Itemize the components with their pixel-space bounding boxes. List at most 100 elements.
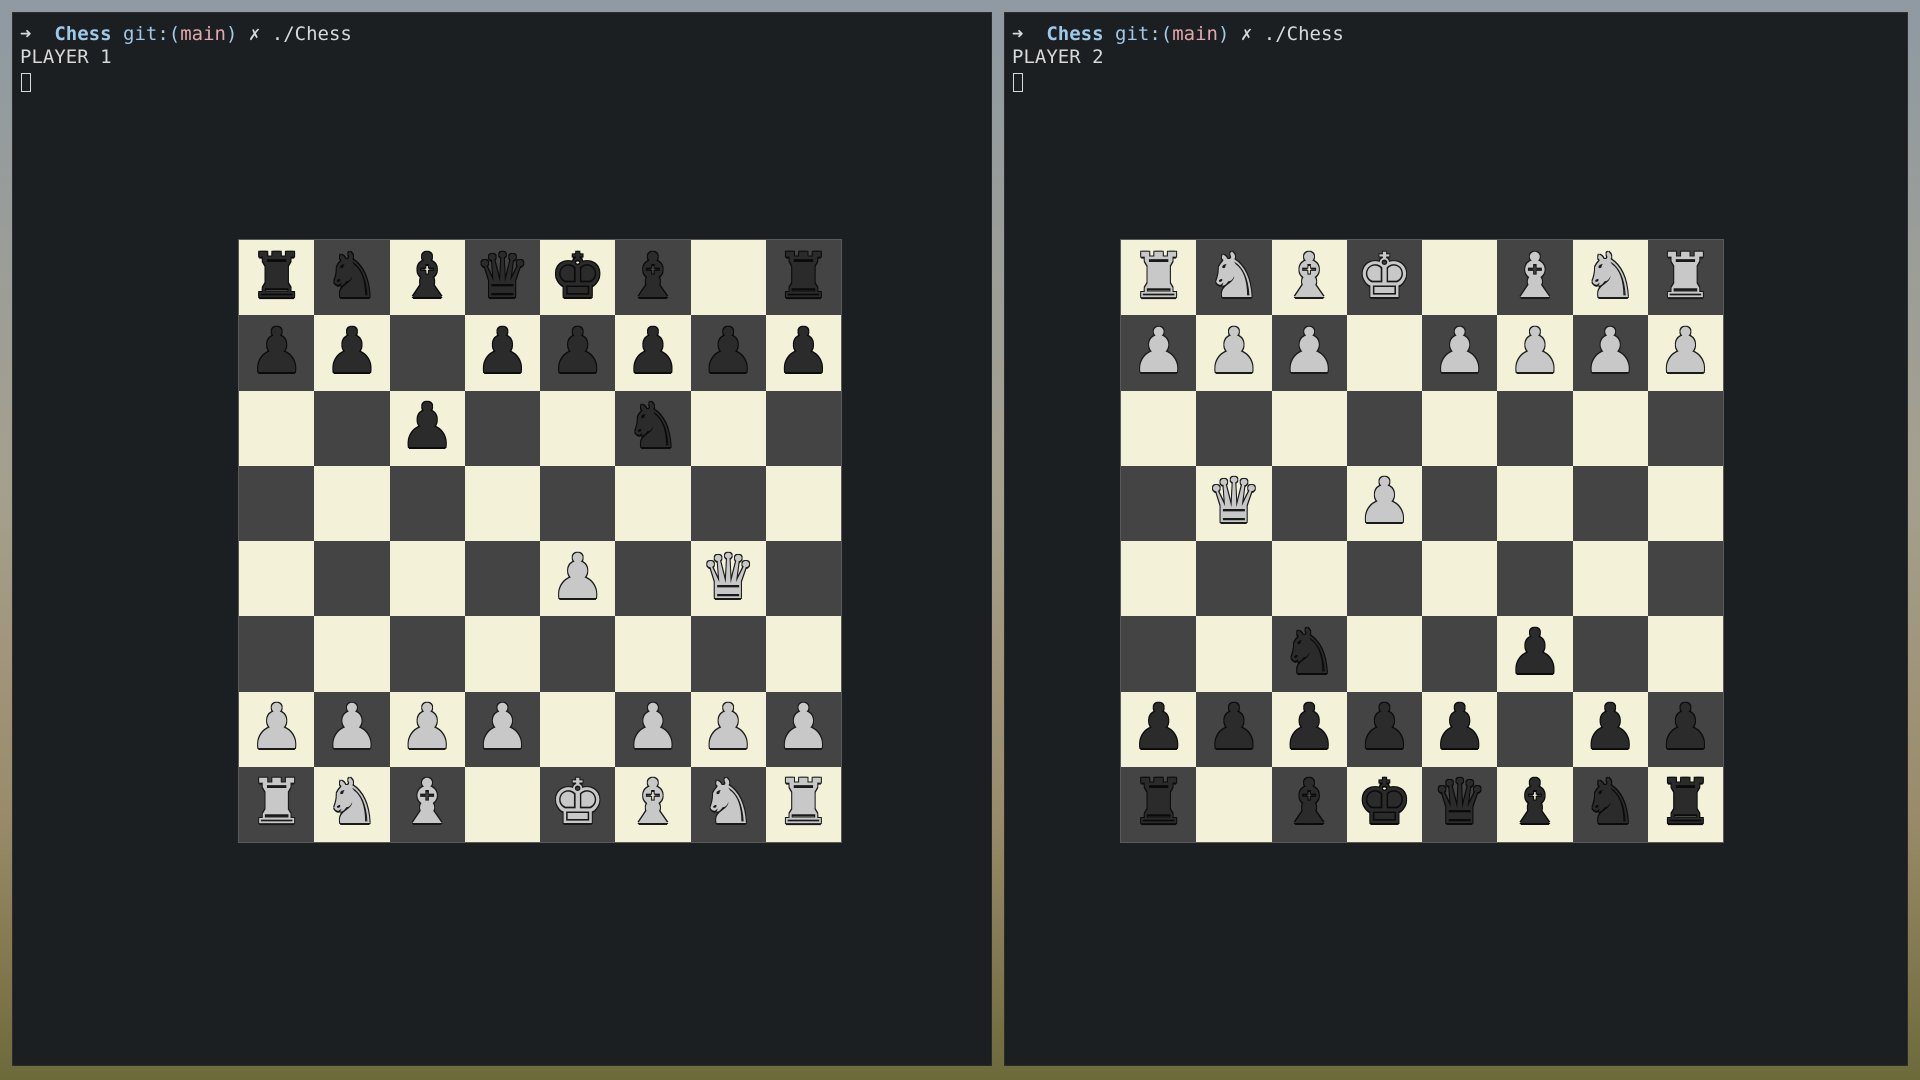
- black-pawn-icon[interactable]: ♟: [1357, 696, 1413, 758]
- white-pawn-icon[interactable]: ♟: [1206, 319, 1262, 382]
- white-rook-icon[interactable]: ♜: [249, 771, 305, 833]
- board-square[interactable]: [1271, 541, 1347, 617]
- board-square[interactable]: ♟: [690, 691, 766, 767]
- board-square[interactable]: [765, 616, 841, 692]
- black-pawn-icon[interactable]: ♟: [550, 319, 606, 382]
- board-square[interactable]: [690, 240, 766, 316]
- white-bishop-icon[interactable]: ♝: [1507, 244, 1563, 307]
- black-pawn-icon[interactable]: ♟: [399, 395, 455, 457]
- board-square[interactable]: [389, 616, 465, 692]
- board-square[interactable]: [1647, 541, 1723, 617]
- board-square[interactable]: [1196, 541, 1272, 617]
- board-square[interactable]: [1271, 390, 1347, 466]
- board-square[interactable]: [765, 541, 841, 617]
- board-square[interactable]: ♝: [1271, 766, 1347, 842]
- black-king-icon[interactable]: ♚: [550, 244, 606, 307]
- board-square[interactable]: ♚: [540, 766, 616, 842]
- terminal-window-player-1[interactable]: ➜ Chess git:(main) ✗ ./Chess PLAYER 1 ♜ ♞…: [12, 12, 992, 1066]
- board-square[interactable]: ♟: [765, 315, 841, 391]
- black-pawn-icon[interactable]: ♟: [1582, 696, 1638, 758]
- white-knight-icon[interactable]: ♞: [324, 771, 380, 833]
- black-bishop-icon[interactable]: ♝: [1507, 771, 1563, 833]
- white-rook-icon[interactable]: ♜: [1658, 244, 1714, 307]
- board-square[interactable]: ♜: [1121, 766, 1197, 842]
- board-square[interactable]: [464, 541, 540, 617]
- board-square[interactable]: ♞: [1572, 766, 1648, 842]
- board-square[interactable]: ♛: [1422, 766, 1498, 842]
- black-rook-icon[interactable]: ♜: [1658, 771, 1714, 833]
- board-square[interactable]: ♟: [314, 691, 390, 767]
- board-square[interactable]: [464, 465, 540, 541]
- board-square[interactable]: ♝: [1497, 766, 1573, 842]
- board-square[interactable]: ♜: [765, 766, 841, 842]
- board-square[interactable]: ♟: [389, 691, 465, 767]
- board-square[interactable]: ♝: [389, 766, 465, 842]
- black-pawn-icon[interactable]: ♟: [249, 319, 305, 382]
- chess-board[interactable]: ♜ ♞ ♝ ♚ ♝ ♞ ♜ ♟ ♟ ♟ ♟ ♟ ♟ ♟ ♛ ♟ ♞ ♟ ♟ ♟ ♟ ♟ ♟ ♟ ♟ ♜ ♝ ♚ ♛ ♝ ♞ ♜: [1120, 239, 1724, 843]
- board-square[interactable]: [765, 465, 841, 541]
- board-square[interactable]: ♞: [1196, 240, 1272, 316]
- board-square[interactable]: ♟: [1196, 691, 1272, 767]
- board-square[interactable]: ♝: [389, 240, 465, 316]
- board-square[interactable]: [1647, 390, 1723, 466]
- board-square[interactable]: [1121, 616, 1197, 692]
- board-square[interactable]: [1422, 616, 1498, 692]
- board-square[interactable]: ♜: [1647, 240, 1723, 316]
- board-square[interactable]: [1422, 390, 1498, 466]
- board-square[interactable]: ♜: [239, 766, 315, 842]
- board-square[interactable]: ♚: [540, 240, 616, 316]
- board-square[interactable]: ♟: [1422, 691, 1498, 767]
- board-square[interactable]: [1497, 390, 1573, 466]
- white-queen-icon[interactable]: ♛: [1206, 470, 1262, 532]
- board-square[interactable]: ♟: [1572, 315, 1648, 391]
- board-square[interactable]: ♛: [464, 240, 540, 316]
- black-bishop-icon[interactable]: ♝: [399, 244, 455, 307]
- board-square[interactable]: ♞: [314, 240, 390, 316]
- board-square[interactable]: [1572, 390, 1648, 466]
- board-square[interactable]: ♟: [1346, 691, 1422, 767]
- black-pawn-icon[interactable]: ♟: [475, 319, 531, 382]
- board-square[interactable]: [1346, 616, 1422, 692]
- black-pawn-icon[interactable]: ♟: [1507, 620, 1563, 683]
- board-square[interactable]: ♟: [540, 315, 616, 391]
- board-square[interactable]: ♟: [1572, 691, 1648, 767]
- white-pawn-icon[interactable]: ♟: [1432, 319, 1488, 382]
- board-square[interactable]: [389, 315, 465, 391]
- black-rook-icon[interactable]: ♜: [249, 244, 305, 307]
- board-square[interactable]: ♞: [1271, 616, 1347, 692]
- board-square[interactable]: ♟: [1422, 315, 1498, 391]
- black-knight-icon[interactable]: ♞: [1281, 620, 1337, 683]
- white-knight-icon[interactable]: ♞: [1206, 244, 1262, 307]
- black-king-icon[interactable]: ♚: [1357, 771, 1413, 833]
- black-pawn-icon[interactable]: ♟: [700, 319, 756, 382]
- board-square[interactable]: ♟: [464, 691, 540, 767]
- white-pawn-icon[interactable]: ♟: [475, 696, 531, 758]
- white-king-icon[interactable]: ♚: [550, 771, 606, 833]
- white-pawn-icon[interactable]: ♟: [324, 696, 380, 758]
- board-square[interactable]: ♟: [1647, 691, 1723, 767]
- board-square[interactable]: ♝: [615, 240, 691, 316]
- board-square[interactable]: [540, 616, 616, 692]
- board-square[interactable]: ♟: [464, 315, 540, 391]
- board-square[interactable]: ♚: [1346, 240, 1422, 316]
- white-pawn-icon[interactable]: ♟: [1281, 319, 1337, 382]
- board-square[interactable]: ♚: [1346, 766, 1422, 842]
- board-square[interactable]: [1196, 766, 1272, 842]
- black-knight-icon[interactable]: ♞: [1582, 771, 1638, 833]
- white-bishop-icon[interactable]: ♝: [625, 771, 681, 833]
- board-square[interactable]: [540, 390, 616, 466]
- board-square[interactable]: ♝: [615, 766, 691, 842]
- board-square[interactable]: ♛: [1196, 465, 1272, 541]
- white-bishop-icon[interactable]: ♝: [399, 771, 455, 833]
- board-square[interactable]: [1572, 541, 1648, 617]
- board-square[interactable]: [464, 766, 540, 842]
- chess-board[interactable]: ♜ ♞ ♝ ♛ ♚ ♝ ♜ ♟ ♟ ♟ ♟ ♟ ♟ ♟ ♟ ♞ ♟ ♛ ♟ ♟ ♟ ♟ ♟ ♟ ♟ ♜ ♞ ♝ ♚ ♝ ♞ ♜: [238, 239, 842, 843]
- white-rook-icon[interactable]: ♜: [776, 771, 832, 833]
- black-rook-icon[interactable]: ♜: [776, 244, 832, 307]
- board-square[interactable]: ♟: [615, 691, 691, 767]
- board-square[interactable]: ♟: [314, 315, 390, 391]
- board-square[interactable]: ♞: [615, 390, 691, 466]
- board-square[interactable]: ♞: [1572, 240, 1648, 316]
- black-bishop-icon[interactable]: ♝: [625, 244, 681, 307]
- board-square[interactable]: [1271, 465, 1347, 541]
